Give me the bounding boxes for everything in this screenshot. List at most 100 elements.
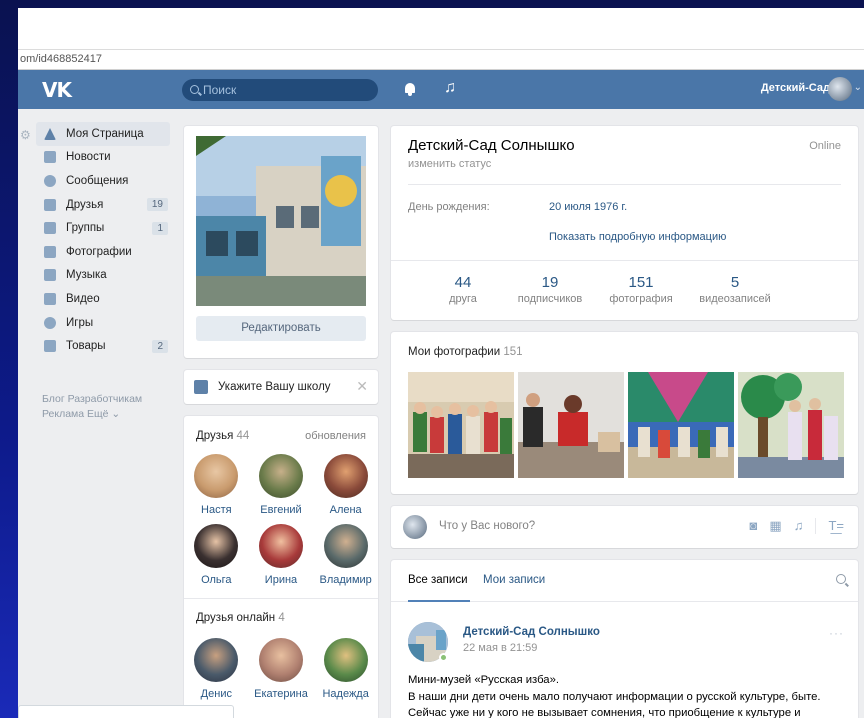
post-date[interactable]: 22 мая в 21:59	[463, 642, 537, 654]
text-format-icon[interactable]: T͟=	[828, 518, 844, 534]
profile-info-card: Детский-Сад Солнышко изменить статус Onl…	[391, 126, 858, 320]
avatar-card: Редактировать	[184, 126, 378, 358]
header-avatar[interactable]	[828, 77, 852, 101]
camera-icon[interactable]: ◙	[750, 518, 758, 534]
profile-photo-image	[196, 136, 366, 306]
sidebar-item-photos[interactable]: Фотографии	[18, 240, 170, 264]
chevron-down-icon[interactable]: ⌄	[854, 82, 862, 93]
search-input[interactable]: Поиск	[182, 79, 378, 101]
photo-image	[738, 372, 844, 478]
sidebar-item-my-page[interactable]: Моя Страница	[36, 122, 170, 146]
vk-logo[interactable]: VK	[42, 78, 72, 102]
school-prompt[interactable]: Укажите Вашу школу ✕	[184, 370, 378, 404]
film-icon[interactable]: ▦	[769, 518, 781, 534]
photo-thumbnail[interactable]	[628, 372, 734, 478]
photo-thumbnail[interactable]	[518, 372, 624, 478]
new-post-box[interactable]: Что у Вас нового? ◙ ▦ ♫ T͟=	[391, 506, 858, 548]
gamepad-icon	[44, 316, 56, 329]
attach-icons: ◙ ▦ ♫ T͟=	[750, 518, 844, 534]
music-icon[interactable]: ♫	[794, 518, 804, 534]
post-line: Сейчас уже ни у кого не вызывает сомнени…	[408, 707, 801, 718]
friend-item[interactable]: Евгений	[249, 454, 314, 516]
new-post-input[interactable]: Что у Вас нового?	[439, 520, 535, 532]
photos-title[interactable]: Мои фотографии 151	[408, 346, 523, 358]
sidebar-item-goods[interactable]: Товары 2	[18, 334, 170, 358]
sidebar-item-games[interactable]: Игры	[18, 311, 170, 335]
friend-name: Екатерина	[254, 688, 308, 700]
search-icon[interactable]	[836, 574, 846, 584]
friends-title-label: Друзья	[196, 430, 234, 442]
change-status-link[interactable]: изменить статус	[408, 158, 491, 170]
avatar	[323, 638, 368, 682]
photo-image	[628, 372, 734, 478]
friend-name: Евгений	[260, 504, 302, 516]
post-text: Мини-музей «Русская изба». В наши дни де…	[408, 672, 848, 718]
friend-item[interactable]: Ирина	[249, 524, 314, 586]
sidebar-badge: 1	[152, 221, 168, 235]
sidebar-item-music[interactable]: Музыка	[18, 264, 170, 288]
search-icon	[190, 85, 199, 94]
address-bar[interactable]: om/id468852417	[18, 50, 864, 70]
counter-label: друга	[449, 293, 477, 305]
friend-item[interactable]: Настя	[184, 454, 249, 516]
counter-label: подписчиков	[517, 293, 583, 305]
online-friend-item[interactable]: Денис	[184, 638, 249, 700]
sidebar-item-friends[interactable]: Друзья 19	[18, 193, 170, 217]
show-more-info-link[interactable]: Показать подробную информацию	[549, 231, 726, 243]
birthday-label: День рождения:	[408, 201, 490, 213]
online-indicator	[439, 653, 448, 662]
tab-all-posts[interactable]: Все записи	[408, 574, 468, 586]
friends-title[interactable]: Друзья 44	[196, 430, 249, 442]
sidebar-item-label: Музыка	[66, 269, 107, 282]
photo-thumbnail[interactable]	[738, 372, 844, 478]
friend-name: Алена	[329, 504, 362, 516]
friends-online-title[interactable]: Друзья онлайн 4	[196, 612, 285, 624]
friend-item[interactable]: Алена	[313, 454, 378, 516]
friend-item[interactable]: Владимир	[313, 524, 378, 586]
profile-photo[interactable]	[196, 136, 366, 306]
sidebar-item-label: Игры	[66, 316, 94, 329]
sidebar-item-label: Друзья	[66, 198, 104, 211]
sidebar-item-label: Новости	[66, 151, 111, 164]
friends-online-count: 4	[278, 612, 285, 624]
sidebar-item-groups[interactable]: Группы 1	[18, 216, 170, 240]
more-options-icon[interactable]: ···	[829, 626, 844, 640]
photo-thumbnail[interactable]	[408, 372, 514, 478]
friends-updates-link[interactable]: обновления	[305, 430, 366, 442]
footer-links-2[interactable]: Реклама Ещё ⌄	[42, 407, 170, 422]
sidebar-item-label: Видео	[66, 292, 100, 305]
counter-photos[interactable]: 151 фотография	[609, 274, 673, 305]
counter-followers[interactable]: 19 подписчиков	[515, 274, 585, 305]
post-author[interactable]: Детский-Сад Солнышко	[463, 626, 600, 638]
birthday-value[interactable]: 20 июля 1976 г.	[549, 201, 627, 213]
gear-icon[interactable]: ⚙	[20, 128, 31, 142]
tab-my-posts[interactable]: Мои записи	[483, 574, 545, 586]
active-tab-indicator	[408, 600, 470, 602]
friends-card: Друзья 44 обновления Настя Евгений Алена…	[184, 416, 378, 718]
news-icon	[44, 151, 56, 164]
online-friend-item[interactable]: Надежда	[313, 638, 378, 700]
sidebar-item-messages[interactable]: Сообщения	[18, 169, 170, 193]
chat-bar[interactable]	[18, 705, 234, 718]
sidebar-item-video[interactable]: Видео	[18, 287, 170, 311]
edit-profile-button[interactable]: Редактировать	[196, 316, 366, 341]
sidebar-item-label: Моя Страница	[66, 127, 144, 140]
sidebar-item-label: Группы	[66, 222, 105, 235]
profile-counters: 44 друга 19 подписчиков 151 фотография 5 вид…	[435, 274, 797, 305]
bell-icon[interactable]	[404, 82, 416, 96]
close-icon[interactable]: ✕	[356, 378, 368, 395]
footer-links-1[interactable]: Блог Разработчикам	[42, 392, 170, 407]
online-friend-item[interactable]: Екатерина	[249, 638, 314, 700]
sidebar-item-news[interactable]: Новости	[18, 146, 170, 170]
avatar	[258, 638, 303, 682]
photos-card: Мои фотографии 151	[391, 332, 858, 494]
counter-number: 19	[541, 274, 559, 291]
divider	[184, 598, 378, 599]
counter-friends[interactable]: 44 друга	[435, 274, 491, 305]
music-icon[interactable]: ♫	[444, 79, 456, 97]
header-user-name[interactable]: Детский-Сад	[761, 82, 830, 94]
wall-card: Все записи Мои записи Детский-Сад Солныш…	[391, 560, 858, 718]
divider	[815, 518, 817, 534]
friend-item[interactable]: Ольга	[184, 524, 249, 586]
counter-videos[interactable]: 5 видеозаписей	[697, 274, 773, 305]
